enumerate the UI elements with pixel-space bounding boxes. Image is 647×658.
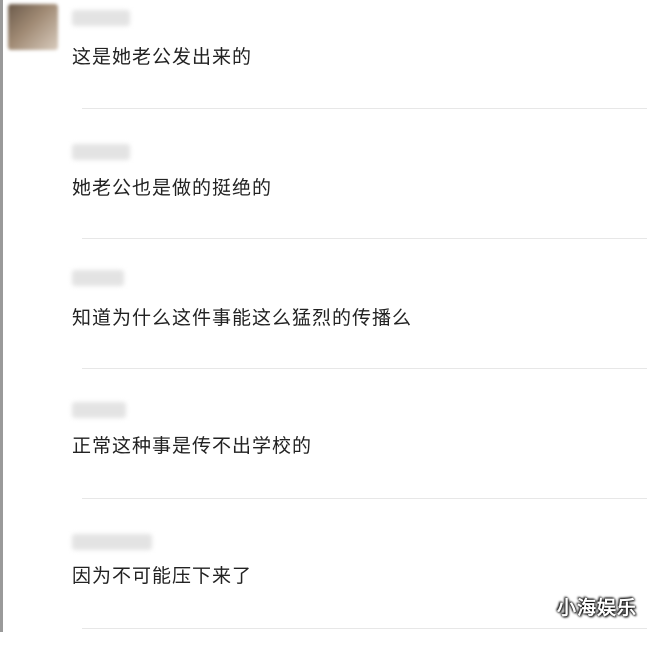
- comment-item: 这是她老公发出来的: [0, 4, 647, 134]
- divider: [82, 108, 647, 109]
- avatar[interactable]: [8, 4, 58, 50]
- comment-text: 她老公也是做的挺绝的: [72, 177, 273, 199]
- username-blurred[interactable]: [72, 144, 130, 160]
- divider: [82, 628, 647, 629]
- comment-item: 因为不可能压下来了: [0, 528, 647, 658]
- comment-text: 因为不可能压下来了: [72, 565, 253, 587]
- username-blurred[interactable]: [72, 402, 126, 418]
- comment-item: 她老公也是做的挺绝的: [0, 140, 647, 270]
- username-blurred[interactable]: [72, 270, 124, 286]
- comment-text: 这是她老公发出来的: [72, 46, 253, 68]
- comment-item: 知道为什么这件事能这么猛烈的传播么: [0, 266, 647, 396]
- divider: [82, 368, 647, 369]
- username-blurred[interactable]: [72, 10, 130, 26]
- divider: [82, 498, 647, 499]
- username-blurred[interactable]: [72, 534, 152, 550]
- comment-item: 正常这种事是传不出学校的: [0, 398, 647, 528]
- comment-text: 知道为什么这件事能这么猛烈的传播么: [72, 307, 413, 329]
- divider: [82, 238, 647, 239]
- comment-text: 正常这种事是传不出学校的: [72, 435, 313, 457]
- watermark: 小海娱乐: [556, 597, 637, 619]
